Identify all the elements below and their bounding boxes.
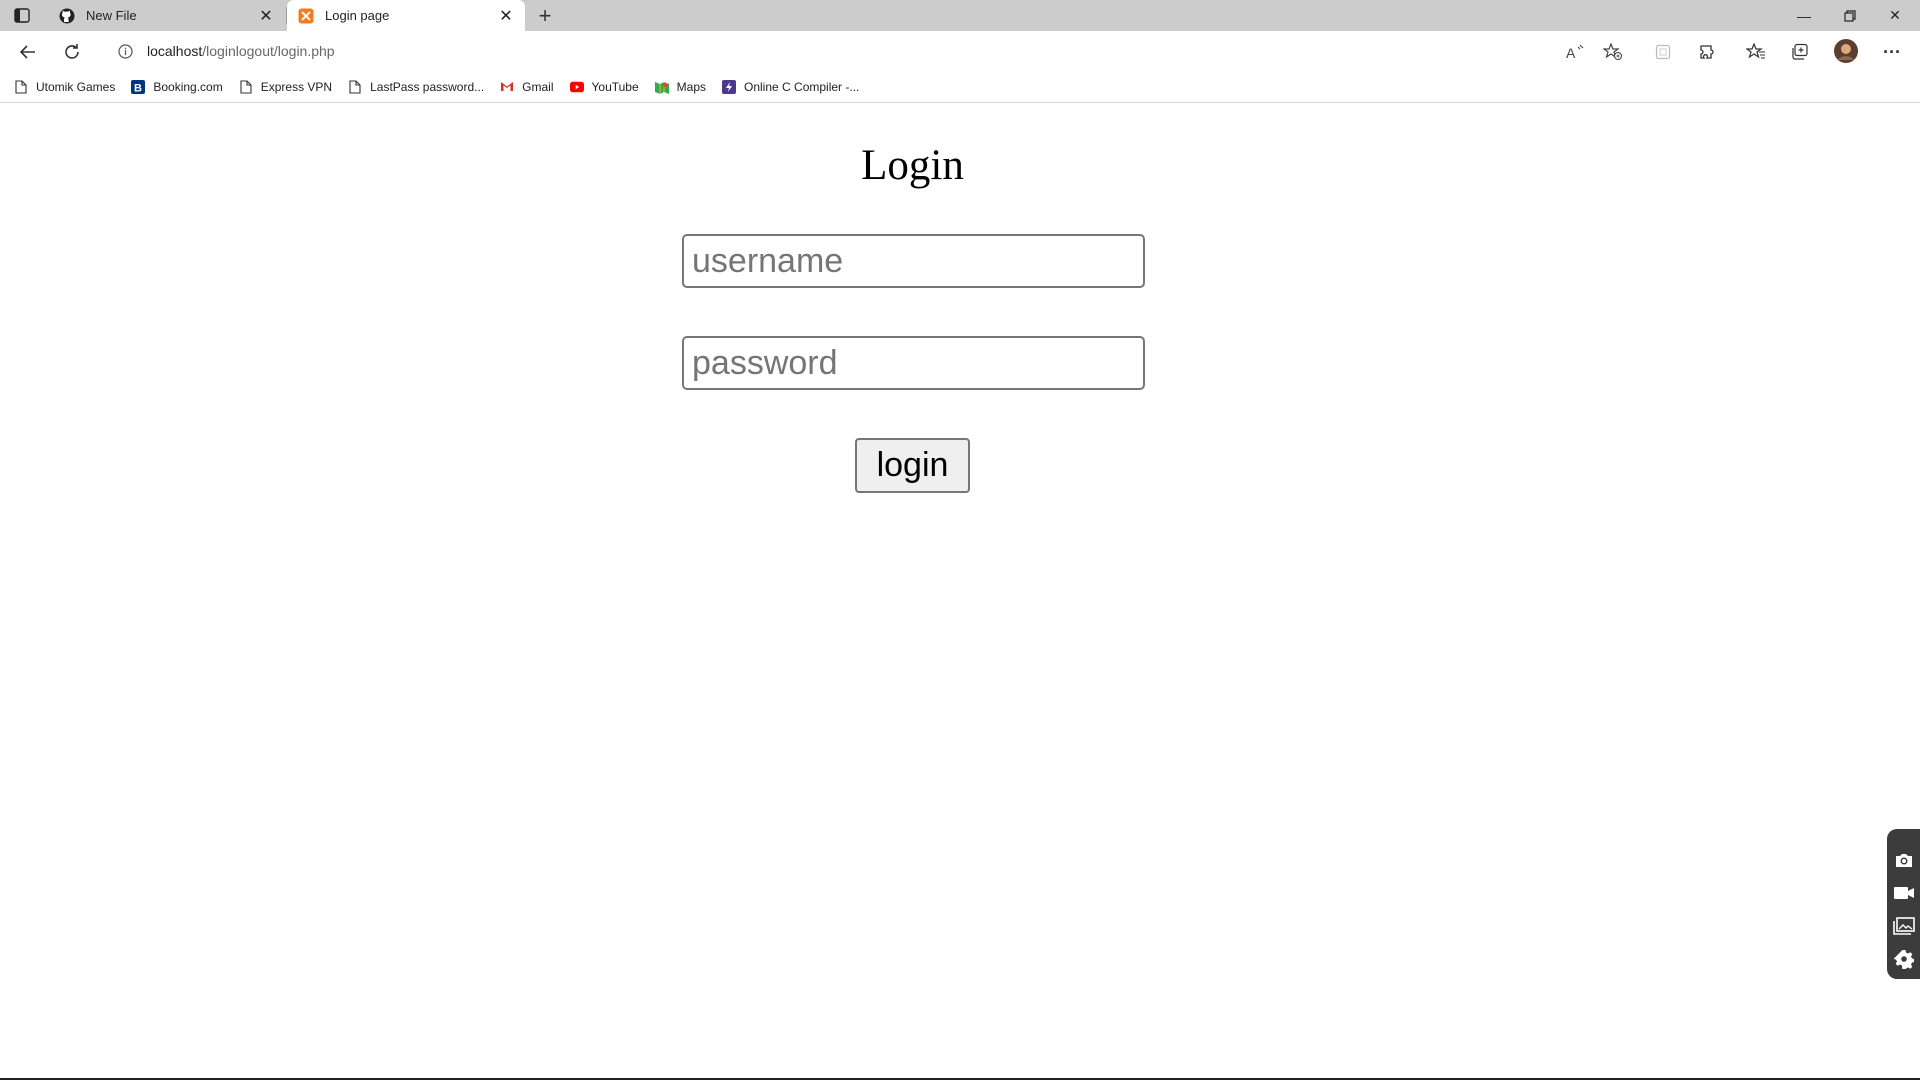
address-bar[interactable]: localhost/loginlogout/login.php [103,35,1633,67]
extension-disabled-icon[interactable] [1651,40,1675,64]
tab-title: Login page [325,8,390,23]
gear-icon[interactable] [1891,946,1917,972]
bookmark-label: Booking.com [153,79,223,94]
github-icon [58,7,76,25]
bookmark-label: Online C Compiler -... [744,79,860,94]
bookmark-gmail[interactable]: Gmail [500,79,554,94]
youtube-icon [569,80,584,94]
bookmark-maps[interactable]: Maps [654,79,706,94]
gallery-icon[interactable] [1891,913,1917,939]
password-input[interactable] [682,336,1145,390]
info-icon[interactable] [117,43,133,59]
booking-icon: B [131,79,146,94]
gmail-icon [500,80,514,94]
page-icon [348,79,362,94]
video-camera-icon[interactable] [1891,880,1917,906]
svg-text:A: A [1566,45,1576,60]
close-window-button[interactable]: ✕ [1872,0,1918,31]
bookmarks-bar: Utomik Games B Booking.com Express VPN L… [0,71,1920,103]
favorite-add-icon[interactable] [1601,40,1625,64]
svg-text:B: B [134,82,142,94]
close-icon[interactable]: ✕ [255,5,277,27]
bookmark-label: Express VPN [260,79,333,94]
bookmark-label: Gmail [522,79,554,94]
username-input[interactable] [682,234,1145,288]
bookmark-label: LastPass password... [370,79,485,94]
maps-icon [654,80,669,94]
bookmark-label: Maps [676,79,706,94]
profile-avatar[interactable] [1832,37,1860,65]
url-text: localhost/loginlogout/login.php [147,43,335,59]
bookmark-booking[interactable]: B Booking.com [131,79,223,94]
bookmark-label: Utomik Games [36,79,116,94]
tab-login-page[interactable]: Login page ✕ [287,0,525,31]
tab-strip: New File ✕ Login page ✕ + — ✕ [0,0,1920,31]
tab-new-file[interactable]: New File ✕ [40,0,285,31]
bookmark-utomik-games[interactable]: Utomik Games [14,80,115,94]
back-button[interactable] [15,39,41,65]
more-options-icon[interactable]: ··· [1880,40,1904,64]
toolbar: localhost/loginlogout/login.php A ··· [0,31,1920,71]
favorites-icon[interactable] [1744,40,1768,64]
refresh-button[interactable] [59,39,85,65]
compiler-icon [722,79,736,94]
capture-toolbar [1887,829,1920,979]
collections-icon[interactable] [1788,40,1812,64]
bookmark-youtube[interactable]: YouTube [569,79,639,94]
restore-button[interactable] [1827,0,1873,31]
tab-actions-icon[interactable] [13,7,31,24]
tab-title: New File [86,8,137,23]
page-icon [14,79,28,94]
extensions-icon[interactable] [1695,40,1719,64]
new-tab-button[interactable]: + [533,3,557,28]
browser-chrome: New File ✕ Login page ✕ + — ✕ localhost/… [0,0,1920,103]
url-host: localhost [147,43,203,59]
xampp-icon [297,7,315,25]
bookmark-lastpass[interactable]: LastPass password... [348,80,484,94]
page-content: Login login [0,103,1920,1078]
bookmark-express-vpn[interactable]: Express VPN [239,80,332,94]
bookmark-label: YouTube [591,79,639,94]
page-icon [239,79,253,94]
page-title: Login [861,142,964,189]
login-button[interactable]: login [855,438,970,493]
close-icon[interactable]: ✕ [495,5,517,27]
read-aloud-icon[interactable]: A [1563,40,1587,64]
url-path: /loginlogout/login.php [202,43,335,59]
minimize-button[interactable]: — [1781,0,1827,31]
bookmark-online-c-compiler[interactable]: Online C Compiler -... [722,79,860,94]
camera-icon[interactable] [1891,847,1917,873]
